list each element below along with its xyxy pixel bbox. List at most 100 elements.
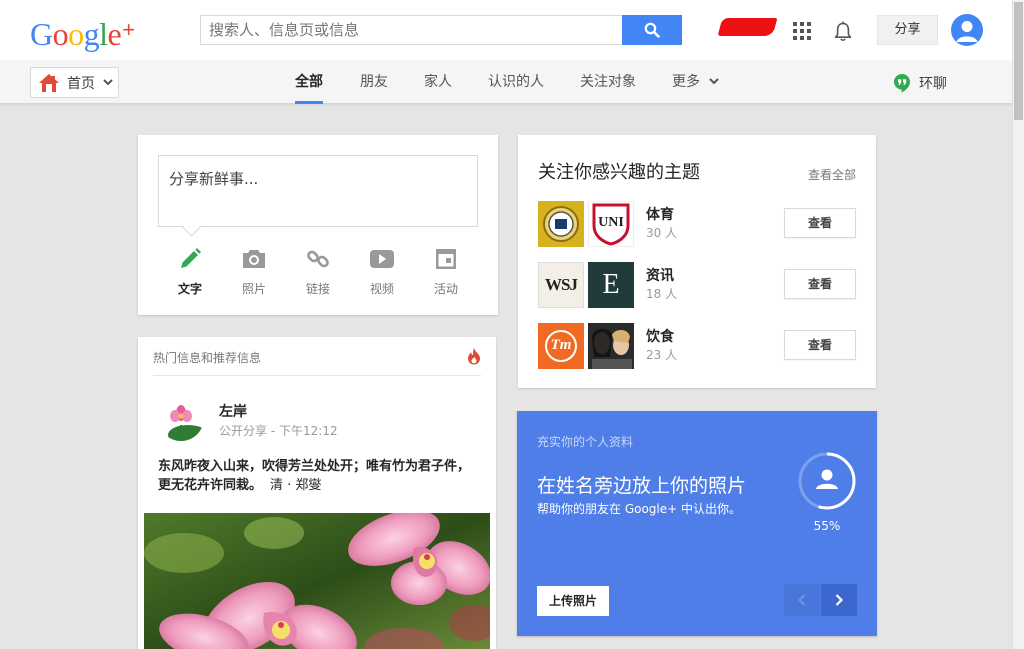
share-link-tool[interactable]: 链接 [286,245,350,297]
wsj-thumb-text: WSJ [545,275,578,294]
uni-thumb-text: UNI [598,215,624,230]
pencil-icon [181,248,201,268]
stream-nav-bar: 首页 全部 朋友 家人 认识的人 关注对象 更多 环聊 [0,60,1012,104]
next-button[interactable] [821,584,857,616]
upload-photo-button[interactable]: 上传照片 [537,586,609,616]
share-link-label: 链接 [305,282,330,296]
share-video-label: 视频 [369,282,394,296]
event-icon [436,249,456,269]
hangouts-icon [894,74,910,93]
share-tools: 文字 照片 链接 视频 活动 [158,245,478,297]
logo-letter: e [107,16,122,52]
topic-row-food: Tm 饮食 23 人 查看 [538,323,856,369]
post-timestamp[interactable]: 下午12:12 [279,424,338,438]
wsj-thumbnail[interactable]: WSJ [538,262,584,308]
profile-progress-percent: 55% [813,519,841,533]
scrollbar-thumb[interactable] [1014,2,1023,120]
share-button[interactable]: 分享 [877,15,938,45]
share-box-card: 分享新鲜事... 文字 照片 链接 视频 活动 [138,135,498,315]
post-author-avatar[interactable] [158,395,204,441]
topic-row-sports: UNI 体育 30 人 查看 [538,201,856,247]
logo-letter: o [68,16,84,52]
tab-all[interactable]: 全部 [295,60,323,104]
post-visibility: 公开分享 [219,424,268,438]
topic-name: 饮食 [646,329,674,345]
apps-grid-icon[interactable] [793,22,811,40]
search-button[interactable] [622,15,682,45]
logo-letter: l [99,16,108,52]
user-silhouette-icon [956,21,978,42]
view-topic-button[interactable]: 查看 [784,269,856,299]
carousel-pager [784,584,857,616]
topics-view-all-link[interactable]: 查看全部 [808,166,856,183]
topic-name: 资讯 [646,268,674,284]
share-text-label: 文字 [177,282,202,296]
tab-following[interactable]: 关注对象 [580,60,636,104]
profile-progress-ring [798,452,856,510]
share-photo-tool[interactable]: 照片 [222,245,286,297]
share-text-tool[interactable]: 文字 [158,245,222,297]
chevron-right-icon [835,594,843,606]
post-meta: 公开分享 - 下午12:12 [219,422,338,439]
lotus-avatar-icon [158,395,204,441]
previous-button[interactable] [784,584,820,616]
home-dropdown[interactable]: 首页 [30,67,119,98]
tm-thumb-text: Tm [545,330,577,362]
google-plus-logo[interactable]: Google+ [30,12,135,52]
chevron-down-icon [709,78,720,85]
tab-more[interactable]: 更多 [672,60,720,104]
hangouts-label: 环聊 [919,76,947,92]
tab-friends[interactable]: 朋友 [360,60,388,104]
tm-thumbnail[interactable]: Tm [538,323,584,369]
profile-card-subtitle: 充实你的个人资料 [537,435,634,449]
food-people-thumbnail[interactable] [588,323,634,369]
view-topic-button[interactable]: 查看 [784,208,856,238]
topic-row-news: WSJ E 资讯 18 人 查看 [538,262,856,308]
profile-completion-card: 充实你的个人资料 在姓名旁边放上你的照片 帮助你的朋友在 Google+ 中认出… [517,411,877,636]
topics-title: 关注你感兴趣的主题 [538,162,700,183]
economist-thumbnail[interactable]: E [588,262,634,308]
orchid-photo-image [144,513,490,649]
trending-header-label: 热门信息和推荐信息 [153,351,262,365]
profile-card-description: 帮助你的朋友在 Google+ 中认出你。 [537,502,742,516]
topic-count: 23 人 [646,348,678,362]
home-icon [39,73,59,92]
redacted-username [717,18,778,36]
share-prompt-input[interactable]: 分享新鲜事... [158,155,478,227]
search-input[interactable] [200,15,622,45]
topic-count: 30 人 [646,226,678,240]
tab-acquaintances[interactable]: 认识的人 [488,60,544,104]
post-body: 东风昨夜入山来，吹得芳兰处处开；唯有竹为君子件，更无花卉许同栽。清 · 郑燮 [158,457,478,495]
tab-family[interactable]: 家人 [424,60,452,104]
home-label: 首页 [67,75,95,92]
e-thumb-text: E [602,269,620,300]
post-author-name[interactable]: 左岸 [219,401,247,421]
uni-thumbnail[interactable]: UNI [588,201,634,247]
search-icon [644,22,660,38]
logo-letter: o [52,16,69,52]
post-attribution: 清 · 郑燮 [270,478,322,493]
logo-letter: g [83,16,100,52]
flame-icon [468,348,480,365]
share-photo-label: 照片 [241,282,266,296]
link-icon [307,250,329,268]
notifications-bell-icon[interactable] [833,21,853,43]
camera-icon [243,250,265,268]
topic-name: 体育 [646,207,674,223]
view-topic-button[interactable]: 查看 [784,330,856,360]
tab-more-label: 更多 [672,74,700,90]
logo-text: Google [30,16,122,52]
share-video-tool[interactable]: 视频 [350,245,414,297]
trending-card: 热门信息和推荐信息 左岸 公开分享 - 下午12:12 东风昨夜入山来，吹得芳兰… [138,337,496,649]
page-scrollbar[interactable] [1012,0,1024,649]
hangouts-button[interactable]: 环聊 [893,73,947,93]
chevron-left-icon [798,594,806,606]
share-event-tool[interactable]: 活动 [414,245,478,297]
badge-icon [543,206,579,242]
photo-icon [588,323,634,369]
video-icon [370,250,394,268]
user-avatar[interactable] [951,14,983,46]
ea-sports-thumbnail[interactable] [538,201,584,247]
post-photo[interactable] [144,513,490,649]
topic-count: 18 人 [646,287,678,301]
